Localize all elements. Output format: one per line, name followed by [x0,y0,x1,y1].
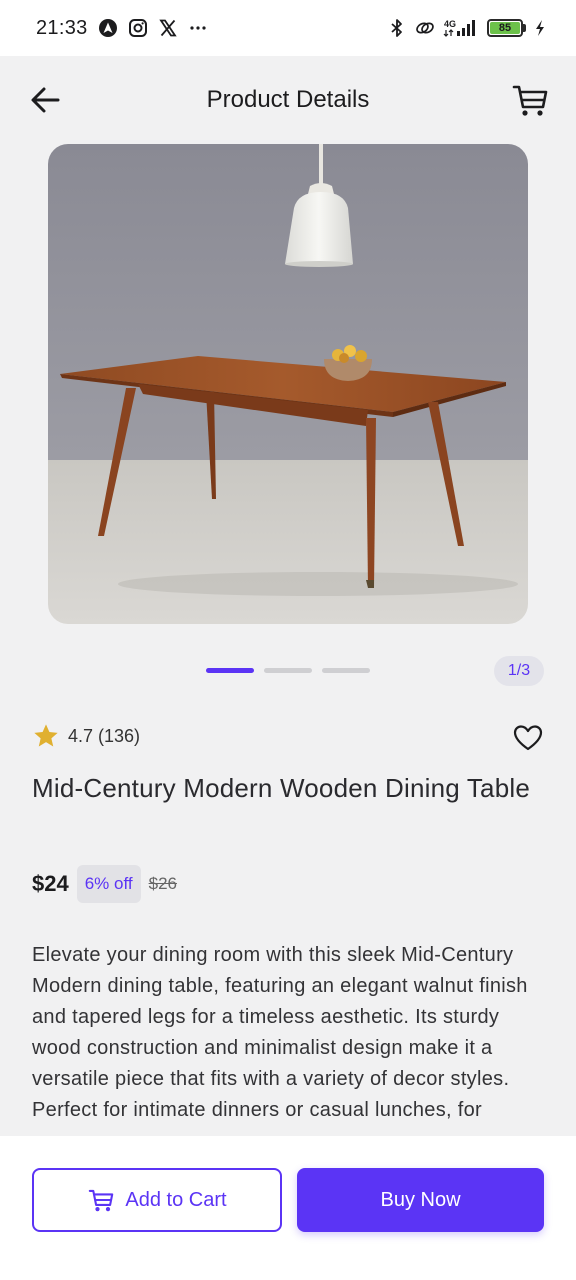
cart-icon [512,85,548,116]
original-price: $26 [148,874,177,893]
bottom-action-bar: Add to Cart Buy Now [0,1136,576,1280]
status-right: 4G 85 [387,18,546,38]
bluetooth-icon [387,18,407,38]
app-header: Product Details [0,56,576,144]
product-description: Elevate your dining room with this sleek… [32,944,528,1121]
buy-now-label: Buy Now [380,1188,461,1211]
current-price: $24 [32,871,69,896]
image-page-indicator: 1/3 [494,656,544,686]
battery-level: 85 [490,22,520,34]
rating-value: 4.7 (136) [68,725,141,746]
cart-icon [89,1189,114,1212]
network-label: 4G [444,19,456,29]
link-icon [415,18,435,38]
carousel-dot-1[interactable] [206,668,254,673]
more-dots-icon [188,18,208,38]
dining-table-photo [48,144,528,624]
instagram-icon [128,18,148,38]
x-icon [158,18,178,38]
status-time: 21:33 [36,16,88,39]
star-icon [34,724,58,747]
discount-badge: 6% off [76,865,141,903]
favorite-button[interactable] [512,722,544,754]
price-row: $24 6% off $26 [32,865,177,903]
page-title: Product Details [206,86,370,113]
arrow-left-icon [31,87,60,113]
rating-row: 4.7 (136) [32,722,140,750]
heart-icon [513,725,543,751]
charging-icon [534,18,546,38]
product-image[interactable] [48,144,528,624]
navigation-a-icon [98,18,118,38]
add-to-cart-label: Add to Cart [125,1188,227,1211]
cart-button[interactable] [510,80,550,120]
signal-4g-icon: 4G [443,18,479,38]
status-left: 21:33 [36,17,208,40]
battery-icon: 85 [487,19,526,37]
buy-now-button[interactable]: Buy Now [297,1168,544,1232]
carousel-dot-2[interactable] [264,668,312,673]
back-button[interactable] [28,82,64,118]
status-bar: 21:33 4G 85 [0,0,576,56]
product-title: Mid-Century Modern Wooden Dining Table [32,773,531,803]
add-to-cart-button[interactable]: Add to Cart [32,1168,282,1232]
carousel-dots [206,668,370,673]
carousel-dot-3[interactable] [322,668,370,673]
